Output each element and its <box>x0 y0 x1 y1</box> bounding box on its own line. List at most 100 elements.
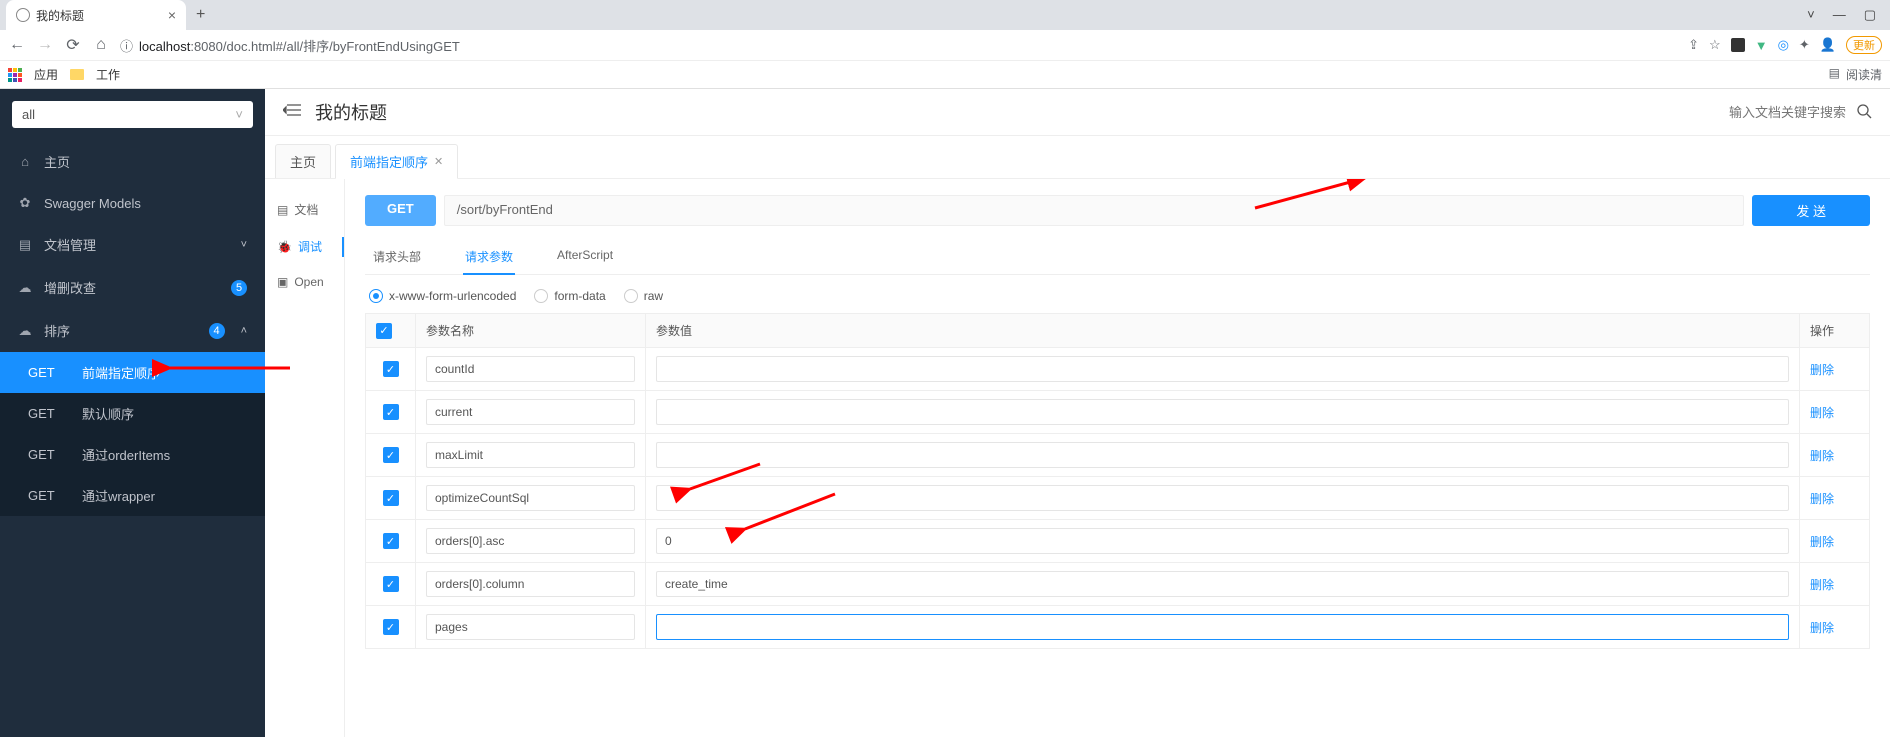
param-value-input[interactable] <box>656 485 1789 511</box>
vue-icon[interactable]: ▼ <box>1755 38 1768 53</box>
row-checkbox[interactable]: ✓ <box>383 533 399 549</box>
url-field[interactable]: ⓘ localhost:8080/doc.html#/all/排序/byFron… <box>120 36 1678 55</box>
extensions-icon[interactable]: ✦ <box>1799 37 1810 53</box>
delete-link[interactable]: 删除 <box>1810 406 1834 420</box>
sidebar-sub-item[interactable]: GET通过wrapper <box>0 475 265 516</box>
update-button[interactable]: 更新 <box>1846 36 1882 54</box>
reload-button[interactable]: ⟳ <box>64 35 82 55</box>
radio-icon <box>624 289 638 303</box>
gear-icon: ✿ <box>18 195 32 211</box>
inner-tab-open[interactable]: ▣ Open <box>265 265 344 299</box>
profile-icon[interactable]: 👤 <box>1820 37 1836 53</box>
ext2-icon[interactable]: ◎ <box>1778 37 1789 53</box>
doc-icon: ▤ <box>277 203 288 217</box>
page-title: 我的标题 <box>315 99 387 125</box>
reading-list-label[interactable]: 阅读清 <box>1846 66 1882 83</box>
reading-list-icon[interactable]: ▤ <box>1829 66 1840 83</box>
tab-label: 主页 <box>290 152 316 171</box>
send-button[interactable]: 发 送 <box>1752 195 1870 226</box>
request-url-input[interactable]: /sort/byFrontEnd <box>444 195 1745 226</box>
method-label: GET <box>28 488 58 503</box>
tab-home[interactable]: 主页 <box>275 144 331 178</box>
table-row: ✓ 删除 <box>366 391 1870 434</box>
tab-current[interactable]: 前端指定顺序 ✕ <box>335 144 458 179</box>
sidebar-label: Swagger Models <box>44 196 141 211</box>
ext1-icon[interactable] <box>1731 38 1745 52</box>
row-checkbox[interactable]: ✓ <box>383 361 399 377</box>
sidebar-item-doc-mgmt[interactable]: ▤ 文档管理 ˅ <box>0 223 265 266</box>
bug-icon: 🐞 <box>277 240 292 254</box>
param-value-input[interactable] <box>656 442 1789 468</box>
param-value-input[interactable] <box>656 614 1789 640</box>
param-name-input[interactable] <box>426 528 635 554</box>
row-checkbox[interactable]: ✓ <box>383 576 399 592</box>
radio-raw[interactable]: raw <box>624 289 663 303</box>
param-value-input[interactable] <box>656 571 1789 597</box>
inner-tab-label: 调试 <box>298 238 322 255</box>
param-value-input[interactable] <box>656 399 1789 425</box>
close-tab-icon[interactable]: × <box>168 7 176 23</box>
sidebar-item-sort[interactable]: ☁ 排序 4 ˄ <box>0 309 265 352</box>
search-input[interactable] <box>1716 105 1846 120</box>
search-icon[interactable] <box>1856 103 1872 122</box>
param-name-input[interactable] <box>426 442 635 468</box>
sidebar-sub-item[interactable]: GET前端指定顺序 <box>0 352 265 393</box>
sidebar-select[interactable]: all ˅ <box>12 101 253 128</box>
table-row: ✓ 删除 <box>366 563 1870 606</box>
param-name-input[interactable] <box>426 399 635 425</box>
minimize-icon[interactable]: — <box>1833 7 1846 23</box>
apps-icon[interactable] <box>8 68 22 82</box>
delete-link[interactable]: 删除 <box>1810 578 1834 592</box>
new-tab-button[interactable]: + <box>196 6 205 24</box>
address-bar: ← → ⟳ ⌂ ⓘ localhost:8080/doc.html#/all/排… <box>0 30 1890 60</box>
menu-collapse-icon[interactable] <box>283 103 301 122</box>
bookmark-work[interactable]: 工作 <box>96 66 120 83</box>
radio-formdata[interactable]: form-data <box>534 289 605 303</box>
debug-panel: GET /sort/byFrontEnd 发 送 请求头部 请求参数 After… <box>345 179 1890 737</box>
param-value-input[interactable] <box>656 528 1789 554</box>
inner-tab-doc[interactable]: ▤ 文档 <box>265 191 344 228</box>
row-checkbox[interactable]: ✓ <box>383 404 399 420</box>
delete-link[interactable]: 删除 <box>1810 535 1834 549</box>
maximize-icon[interactable]: ▢ <box>1864 7 1876 23</box>
table-row: ✓ 删除 <box>366 434 1870 477</box>
sidebar-label: 增删改查 <box>44 278 96 297</box>
sidebar-sub-item[interactable]: GET通过orderItems <box>0 434 265 475</box>
param-name-input[interactable] <box>426 356 635 382</box>
share-icon[interactable]: ⇪ <box>1688 37 1699 53</box>
param-name-input[interactable] <box>426 614 635 640</box>
badge: 4 <box>209 323 225 339</box>
sidebar-sub-item[interactable]: GET默认顺序 <box>0 393 265 434</box>
chevron-down-icon[interactable]: ˅ <box>1807 7 1815 23</box>
delete-link[interactable]: 删除 <box>1810 449 1834 463</box>
back-button[interactable]: ← <box>8 36 26 54</box>
subtab-headers[interactable]: 请求头部 <box>371 240 423 274</box>
close-icon[interactable]: ✕ <box>434 155 443 168</box>
delete-link[interactable]: 删除 <box>1810 492 1834 506</box>
forward-button[interactable]: → <box>36 36 54 54</box>
sidebar-item-swagger[interactable]: ✿ Swagger Models <box>0 183 265 223</box>
param-value-input[interactable] <box>656 356 1789 382</box>
radio-urlencoded[interactable]: x-www-form-urlencoded <box>369 289 516 303</box>
param-name-input[interactable] <box>426 485 635 511</box>
inner-tab-debug[interactable]: 🐞 调试 <box>265 228 344 265</box>
browser-tab[interactable]: 我的标题 × <box>6 0 186 30</box>
row-checkbox[interactable]: ✓ <box>383 490 399 506</box>
sidebar-submenu-sort: GET前端指定顺序GET默认顺序GET通过orderItemsGET通过wrap… <box>0 352 265 516</box>
col-header-value: 参数值 <box>646 314 1800 348</box>
subtab-afterscript[interactable]: AfterScript <box>555 240 615 274</box>
sidebar-item-home[interactable]: ⌂ 主页 <box>0 140 265 183</box>
param-name-input[interactable] <box>426 571 635 597</box>
checkbox-all[interactable]: ✓ <box>376 323 392 339</box>
delete-link[interactable]: 删除 <box>1810 363 1834 377</box>
row-checkbox[interactable]: ✓ <box>383 447 399 463</box>
home-button[interactable]: ⌂ <box>92 36 110 54</box>
row-checkbox[interactable]: ✓ <box>383 619 399 635</box>
bookmark-bar: 应用 工作 ▤ 阅读清 <box>0 60 1890 88</box>
delete-link[interactable]: 删除 <box>1810 621 1834 635</box>
sidebar-item-crud[interactable]: ☁ 增删改查 5 <box>0 266 265 309</box>
star-icon[interactable]: ☆ <box>1709 37 1721 53</box>
method-label: GET <box>28 406 58 421</box>
subtab-params[interactable]: 请求参数 <box>463 240 515 275</box>
bookmark-apps[interactable]: 应用 <box>34 66 58 83</box>
